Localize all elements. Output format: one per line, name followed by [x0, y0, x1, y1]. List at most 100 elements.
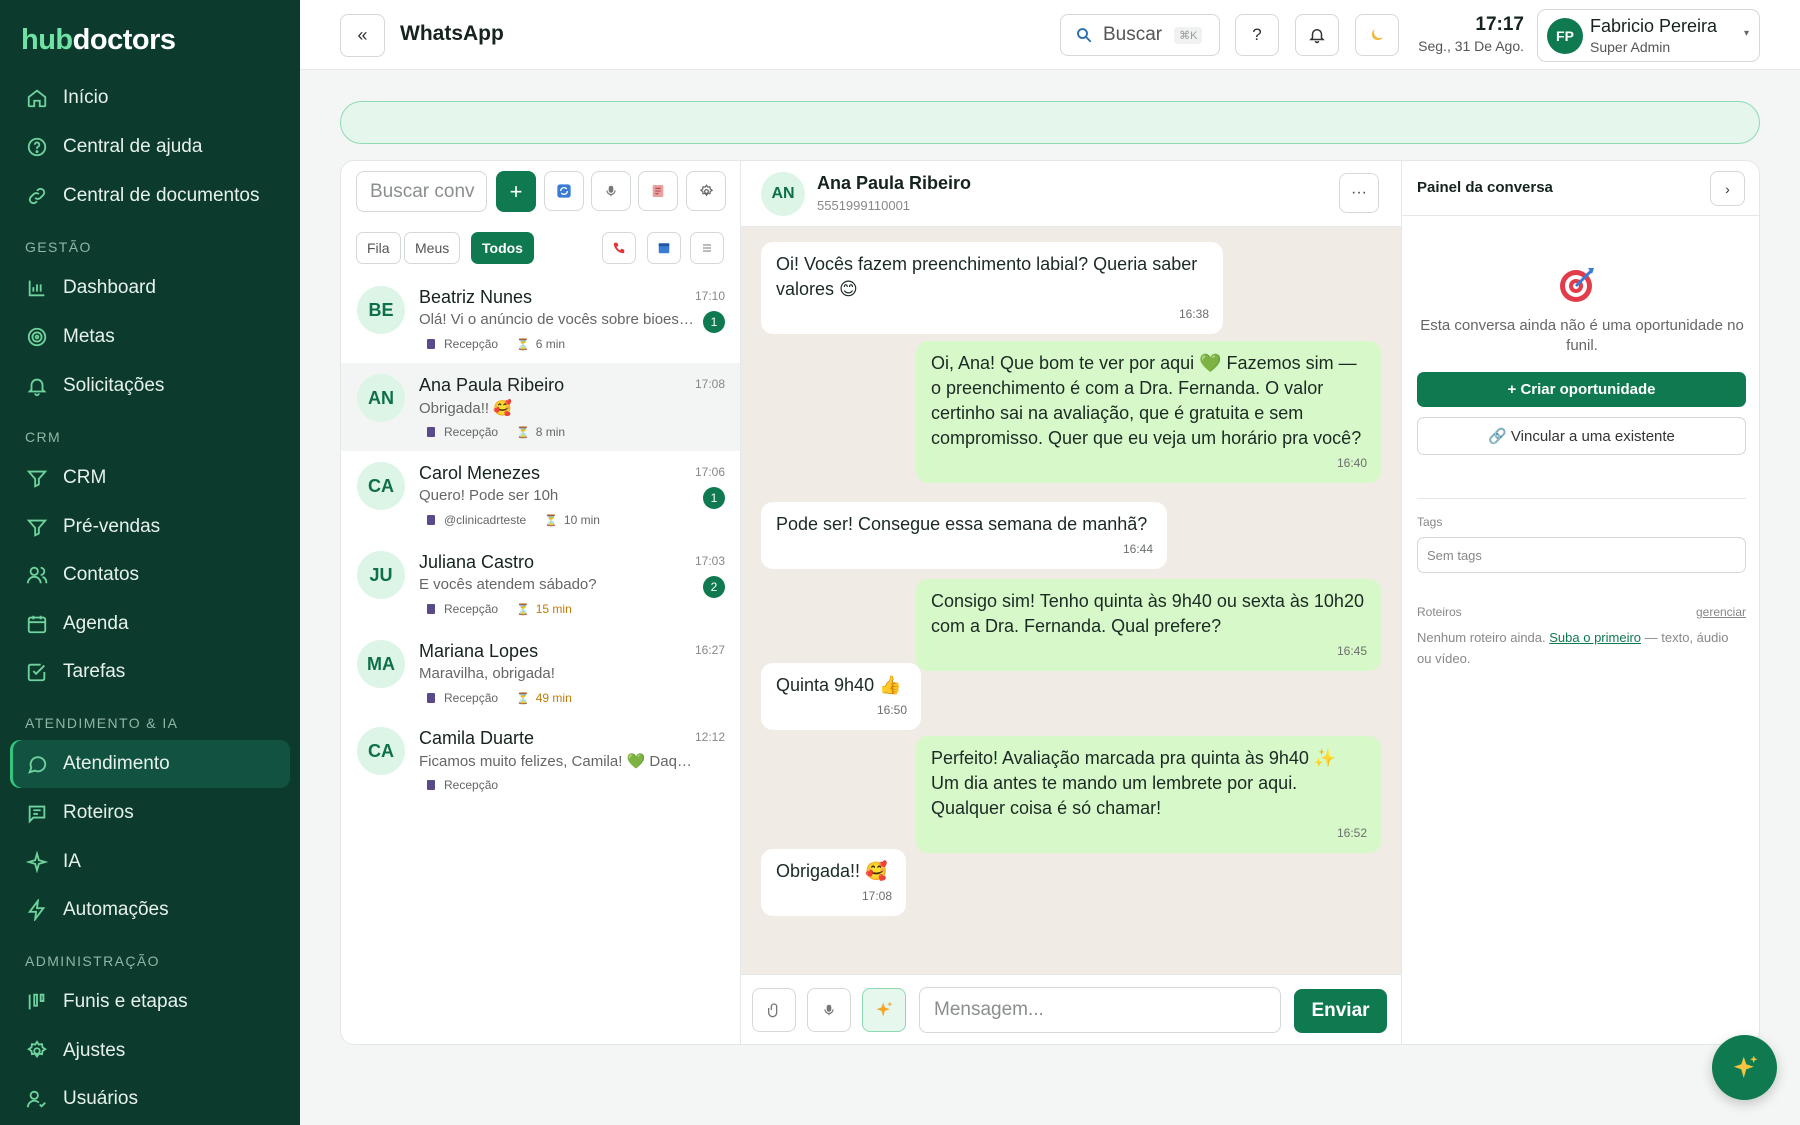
channel-label: Recepção: [444, 337, 499, 351]
settings-button[interactable]: [686, 171, 726, 211]
filter-calls-button[interactable]: [602, 232, 636, 264]
message-time: 16:40: [1336, 456, 1367, 470]
search-label: Buscar: [1103, 24, 1163, 45]
funnel-icon: [25, 466, 49, 490]
help-button[interactable]: ?: [1235, 14, 1279, 56]
avatar: CA: [357, 462, 405, 510]
nav-tarefas[interactable]: Tarefas: [10, 648, 290, 696]
filter-fila[interactable]: Fila: [356, 232, 401, 264]
message-input[interactable]: [919, 987, 1281, 1033]
nav-contatos[interactable]: Contatos: [10, 551, 290, 599]
nav-central-de-ajuda[interactable]: Central de ajuda: [10, 123, 290, 171]
theme-toggle-button[interactable]: [1355, 14, 1399, 56]
nav-solicitacoes[interactable]: Solicitações: [10, 362, 290, 410]
clock-date: Seg., 31 De Ago.: [1418, 38, 1524, 54]
nav-atendimento[interactable]: Atendimento: [10, 740, 290, 788]
nav-automacoes[interactable]: Automações: [10, 886, 290, 934]
nav-ia[interactable]: IA: [10, 838, 290, 886]
brand-logo[interactable]: hubdoctors: [21, 24, 176, 57]
conversation-item[interactable]: CA Camila Duarte 12:12 Ficamos muito felize…: [341, 716, 740, 804]
filter-calendar-button[interactable]: [647, 232, 681, 264]
message-text: Perfeito! Avaliação marcada pra quinta à…: [931, 748, 1337, 818]
channel-icon: [427, 693, 435, 703]
nav-label: Agenda: [63, 613, 129, 634]
section-atendimento-ia: ATENDIMENTO & IA: [25, 715, 179, 731]
unread-badge: 2: [703, 576, 725, 598]
manage-scripts-link[interactable]: gerenciar: [1696, 605, 1746, 619]
global-search-button[interactable]: Buscar ⌘K: [1060, 14, 1220, 56]
conversation-item[interactable]: MA Mariana Lopes 16:27 Maravilha, obrigada!…: [341, 629, 740, 717]
link-existing-button[interactable]: 🔗 Vincular a uma existente: [1417, 417, 1746, 455]
filter-meus[interactable]: Meus: [404, 232, 461, 264]
record-audio-button[interactable]: [807, 988, 851, 1032]
message-text: Consigo sim! Tenho quinta às 9h40 ou sex…: [931, 591, 1364, 636]
nav-roteiros[interactable]: Roteiros: [10, 789, 290, 837]
create-opportunity-button[interactable]: + Criar oportunidade: [1417, 372, 1746, 407]
collapse-sidebar-button[interactable]: «: [340, 14, 385, 57]
wait-time: 15 min: [535, 602, 572, 616]
note-icon: [650, 183, 666, 199]
nav-label: Atendimento: [63, 753, 170, 774]
conversation-item[interactable]: JU Juliana Castro 17:03 E vocês atendem sáb…: [341, 540, 740, 628]
conversation-search-input[interactable]: Buscar conv: [356, 171, 487, 212]
nav-usuarios[interactable]: Usuários: [10, 1075, 290, 1123]
nav-agenda[interactable]: Agenda: [10, 600, 290, 648]
outgoing-message: Oi, Ana! Que bom te ver por aqui 💚 Fazem…: [916, 341, 1381, 483]
note-button[interactable]: [638, 171, 678, 211]
refresh-button[interactable]: [544, 171, 584, 211]
conversation-name: Carol Menezes: [419, 463, 541, 483]
conversation-item[interactable]: BE Beatriz Nunes 17:10 Olá! Vi o anúncio de…: [341, 275, 740, 363]
search-shortcut: ⌘K: [1174, 26, 1203, 44]
conversation-meta: Recepção ⏳ 6 min: [427, 337, 565, 351]
new-conversation-button[interactable]: +: [496, 171, 536, 212]
clock: 17:17 Seg., 31 De Ago.: [1412, 14, 1524, 54]
users-icon: [25, 563, 49, 587]
chevron-right-icon: ›: [1725, 180, 1730, 197]
tags-input[interactable]: Sem tags: [1417, 537, 1746, 573]
hourglass-icon: ⏳: [516, 338, 530, 351]
nav-dashboard[interactable]: Dashboard: [10, 264, 290, 312]
collapse-panel-button[interactable]: ›: [1710, 171, 1745, 206]
nav-label: Automações: [63, 899, 169, 920]
page-title: WhatsApp: [400, 22, 504, 45]
nav-funis-e-etapas[interactable]: Funis e etapas: [10, 978, 290, 1026]
attach-button[interactable]: [752, 988, 796, 1032]
filter-todos[interactable]: Todos: [471, 232, 534, 264]
ai-assist-button[interactable]: [862, 988, 906, 1032]
filter-menu-button[interactable]: [690, 232, 724, 264]
microphone-button[interactable]: [591, 171, 631, 211]
notifications-button[interactable]: [1295, 14, 1339, 56]
nav-inicio[interactable]: Início: [10, 74, 290, 122]
hourglass-icon: ⏳: [516, 692, 530, 705]
composer: Enviar: [741, 974, 1401, 1044]
conversation-time: 17:08: [694, 377, 725, 391]
conversation-item[interactable]: AN Ana Paula Ribeiro 17:08 Obrigada!! 🥰 Rece…: [341, 363, 740, 451]
nav-metas[interactable]: Metas: [10, 313, 290, 361]
send-button[interactable]: Enviar: [1294, 989, 1387, 1033]
nav-label: Início: [63, 87, 109, 108]
message-time: 16:44: [1122, 542, 1153, 556]
nav-central-de-documentos[interactable]: Central de documentos: [10, 172, 290, 220]
avatar: AN: [761, 172, 805, 216]
more-options-button[interactable]: ···: [1339, 173, 1379, 213]
conversation-item[interactable]: CA Carol Menezes 17:06 Quero! Pode ser 10h 1…: [341, 451, 740, 539]
gear-icon: [25, 1039, 49, 1063]
conversation-preview: Obrigada!! 🥰: [419, 400, 512, 417]
user-menu[interactable]: FP Fabricio Pereira Super Admin ▾: [1537, 9, 1760, 62]
upload-first-script-link[interactable]: Suba o primeiro: [1549, 630, 1641, 645]
conversation-meta: Recepção ⏳ 8 min: [427, 425, 565, 439]
conversation-name: Ana Paula Ribeiro: [419, 375, 565, 395]
ai-assistant-fab[interactable]: [1712, 1035, 1777, 1100]
section-administracao: ADMINISTRAÇÃO: [25, 953, 160, 969]
divider: [1417, 498, 1746, 499]
outgoing-message: Perfeito! Avaliação marcada pra quinta à…: [916, 736, 1381, 853]
nav-label: Ajustes: [63, 1040, 126, 1061]
sidebar: hubdoctors Início Central de ajuda Centr…: [0, 0, 300, 1125]
nav-pre-vendas[interactable]: Pré-vendas: [10, 503, 290, 551]
chat-panel: AN Ana Paula Ribeiro 5551999110001 ··· O…: [741, 161, 1401, 1044]
message-text: Oi, Ana! Que bom te ver por aqui 💚 Fazem…: [931, 353, 1362, 448]
contact-name[interactable]: Ana Paula Ribeiro: [817, 173, 971, 194]
channel-label: Recepção: [444, 425, 499, 439]
nav-ajustes[interactable]: Ajustes: [10, 1027, 290, 1075]
nav-crm[interactable]: CRM: [10, 454, 290, 502]
